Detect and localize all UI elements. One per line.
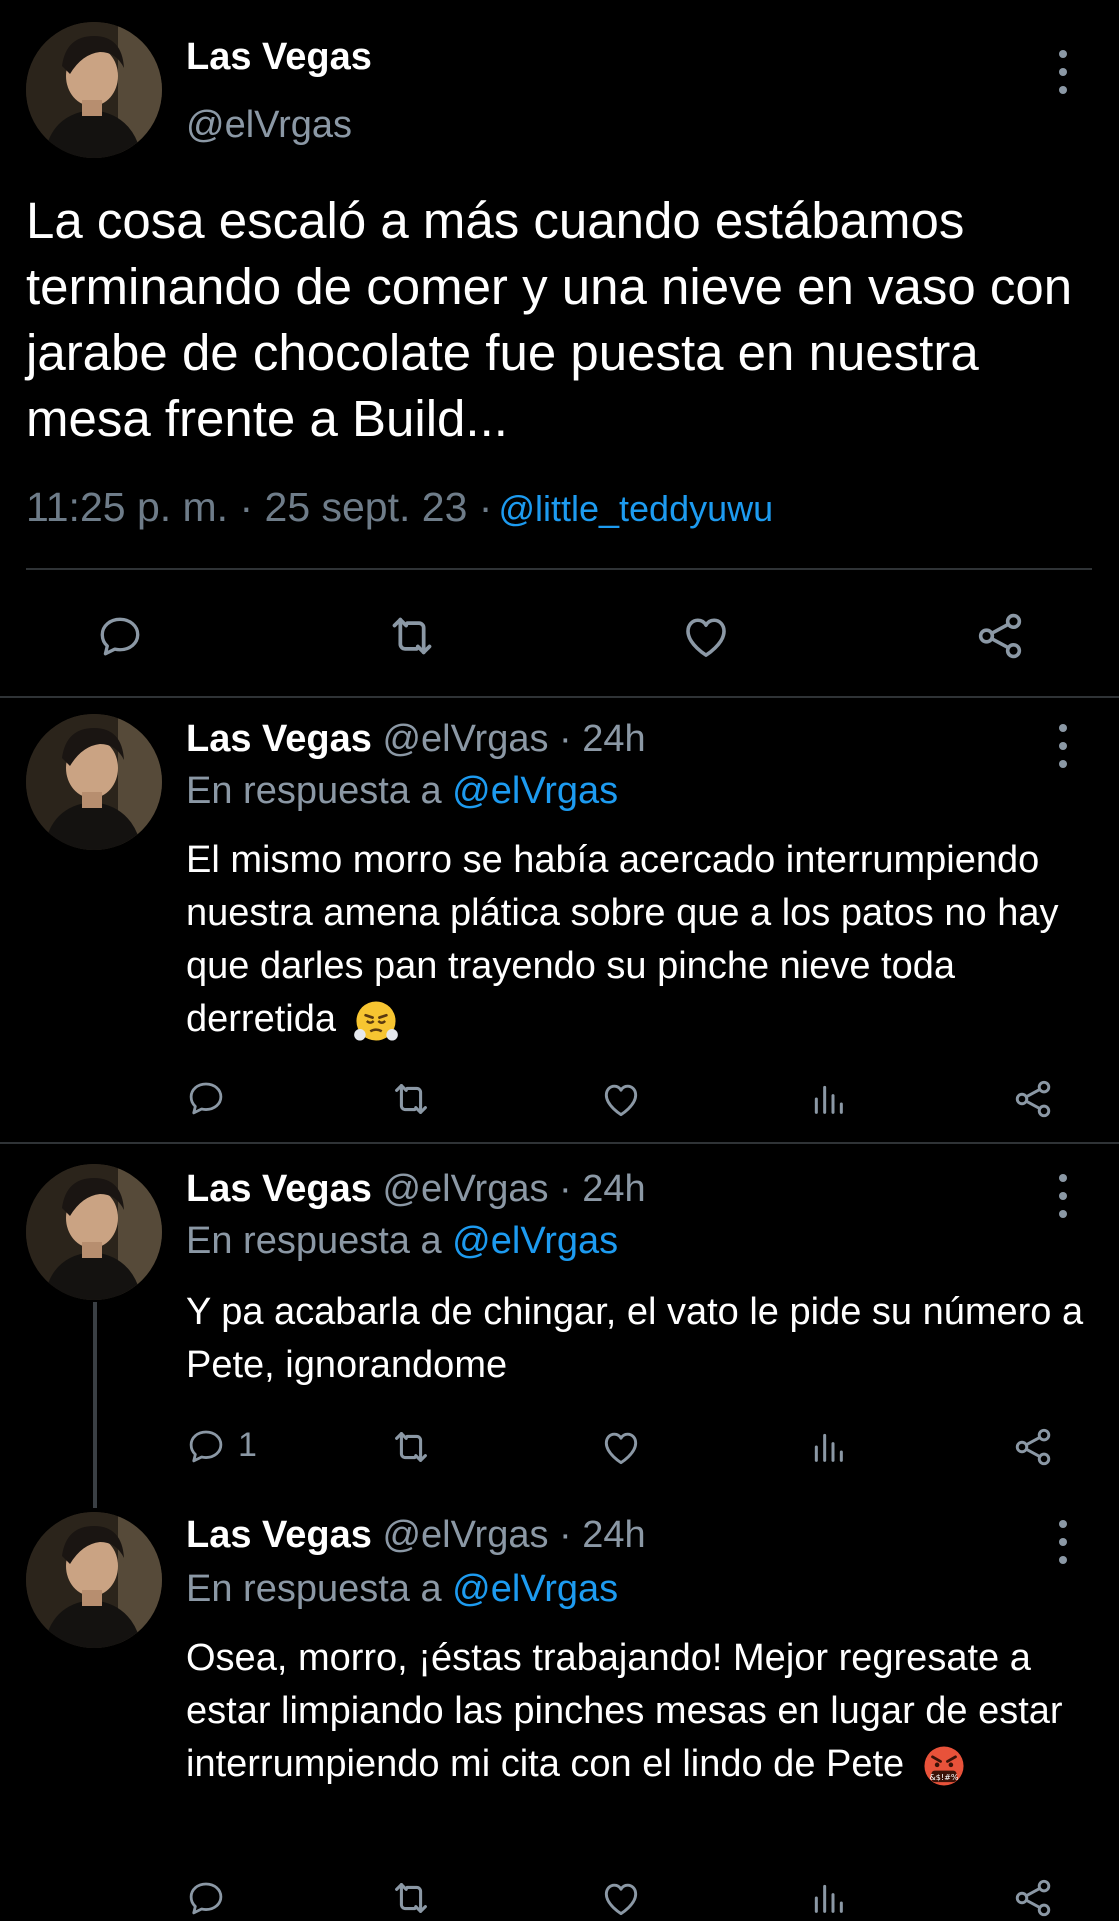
reply-header: Las Vegas @elVrgas · 24h <box>186 718 646 761</box>
like-icon[interactable] <box>598 1076 644 1122</box>
reply-icon[interactable] <box>184 1076 228 1120</box>
analytics-icon[interactable] <box>806 1424 850 1470</box>
more-options-icon[interactable] <box>1053 1520 1073 1564</box>
like-icon[interactable] <box>678 608 734 664</box>
tweet-text: La cosa escaló a más cuando estábamos te… <box>26 192 1073 447</box>
tweet-meta: 11:25 p. m. · 25 sept. 23 · @little_teddy… <box>26 484 773 531</box>
reply-body: El mismo morro se había acercado interru… <box>186 839 1059 1040</box>
thread-connector <box>93 1302 97 1508</box>
reply-text: El mismo morro se había acercado interru… <box>186 834 1086 1046</box>
in-reply-prefix: En respuesta a <box>186 1568 442 1610</box>
handle-time: @elVrgas · 24h <box>382 1168 646 1210</box>
in-reply-prefix: En respuesta a <box>186 770 442 812</box>
face-with-symbols-emoji: &$!#% <box>924 1746 964 1786</box>
svg-text:&$!#%: &$!#% <box>929 1773 958 1782</box>
share-icon[interactable] <box>1010 1876 1056 1920</box>
share-icon[interactable] <box>972 608 1028 664</box>
reply-icon[interactable] <box>92 608 148 664</box>
retweet-icon[interactable] <box>388 1076 434 1122</box>
more-options-icon[interactable] <box>1053 1174 1073 1218</box>
reply-header: Las Vegas @elVrgas · 24h <box>186 1514 646 1557</box>
divider <box>26 568 1092 570</box>
reply-body: Y pa acabarla de chingar, el vato le pid… <box>186 1291 1084 1386</box>
avatar[interactable] <box>26 714 162 850</box>
reply-text: Y pa acabarla de chingar, el vato le pid… <box>186 1286 1086 1392</box>
more-options-icon[interactable] <box>1053 724 1073 768</box>
section-divider <box>0 696 1119 698</box>
retweet-icon[interactable] <box>388 1424 434 1470</box>
handle-time: @elVrgas · 24h <box>382 1514 646 1556</box>
in-reply-prefix: En respuesta a <box>186 1220 442 1262</box>
retweet-icon[interactable] <box>388 1876 434 1920</box>
display-name[interactable]: Las Vegas <box>186 36 372 79</box>
reply-icon[interactable] <box>184 1876 228 1920</box>
in-reply-to: En respuesta a @elVrgas <box>186 1568 618 1611</box>
in-reply-handle-link[interactable]: @elVrgas <box>452 770 618 812</box>
via-handle-link[interactable]: @little_teddyuwu <box>498 488 773 529</box>
reply-icon[interactable] <box>184 1424 228 1468</box>
reply-count: 1 <box>238 1426 257 1464</box>
analytics-icon[interactable] <box>806 1876 850 1920</box>
retweet-icon[interactable] <box>384 608 440 664</box>
analytics-icon[interactable] <box>806 1076 850 1122</box>
reply-header: Las Vegas @elVrgas · 24h <box>186 1168 646 1211</box>
display-name[interactable]: Las Vegas <box>186 1514 372 1556</box>
like-icon[interactable] <box>598 1876 644 1920</box>
display-name[interactable]: Las Vegas <box>186 718 372 760</box>
section-divider <box>0 1142 1119 1144</box>
timestamp: 11:25 p. m. · 25 sept. 23 · <box>26 484 493 530</box>
in-reply-to: En respuesta a @elVrgas <box>186 1220 618 1263</box>
avatar[interactable] <box>26 1164 162 1300</box>
in-reply-handle-link[interactable]: @elVrgas <box>452 1568 618 1610</box>
avatar[interactable] <box>26 1512 162 1648</box>
more-options-icon[interactable] <box>1053 50 1073 94</box>
in-reply-to: En respuesta a @elVrgas <box>186 770 618 813</box>
share-icon[interactable] <box>1010 1424 1056 1470</box>
in-reply-handle-link[interactable]: @elVrgas <box>452 1220 618 1262</box>
share-icon[interactable] <box>1010 1076 1056 1122</box>
like-icon[interactable] <box>598 1424 644 1470</box>
reply-text: Osea, morro, ¡éstas trabajando! Mejor re… <box>186 1632 1086 1791</box>
avatar[interactable] <box>26 22 162 158</box>
face-with-steam-emoji <box>353 1001 398 1041</box>
handle-time: @elVrgas · 24h <box>382 718 646 760</box>
display-name[interactable]: Las Vegas <box>186 1168 372 1210</box>
user-handle[interactable]: @elVrgas <box>186 104 352 147</box>
